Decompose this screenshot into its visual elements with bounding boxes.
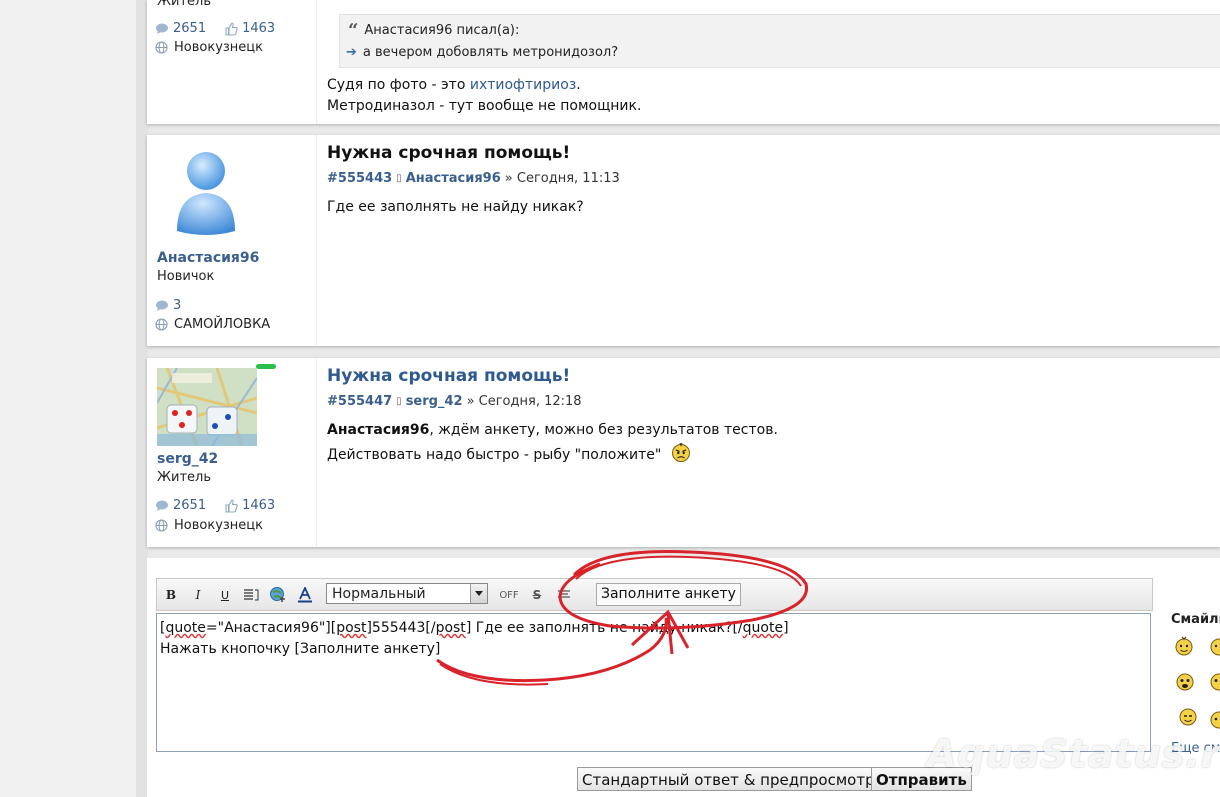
preview-button[interactable]: Стандартный ответ & предпросмотр bbox=[577, 767, 880, 791]
angry-smiley-icon bbox=[671, 442, 690, 462]
smiley-icon[interactable] bbox=[1209, 672, 1220, 692]
globe-icon bbox=[155, 318, 168, 331]
post-3-user-panel: serg_42 Житель 2651 1463 Новокузнецк bbox=[147, 358, 317, 547]
font-color-icon[interactable] bbox=[295, 585, 315, 605]
textarea-line-2: Нажать кнопочку [Заполните анкету] bbox=[160, 641, 441, 657]
font-size-select[interactable]: Нормальный bbox=[326, 583, 488, 604]
quote-header: “ Анастасия96 писал(а): bbox=[348, 19, 520, 41]
underline-button[interactable]: U bbox=[215, 585, 235, 605]
post-count[interactable]: 3 bbox=[173, 298, 181, 313]
dice-avatar-icon[interactable] bbox=[157, 368, 257, 446]
user-location: САМОЙЛОВКА bbox=[155, 317, 270, 332]
smiley-icon[interactable] bbox=[1175, 672, 1195, 692]
like-count[interactable]: 1463 bbox=[242, 21, 275, 36]
post-2-user-panel: Анастасия96 Новичок 3 САМОЙЛОВКА bbox=[147, 135, 317, 346]
post-3: serg_42 Житель 2651 1463 Новокузнецк Нуж… bbox=[147, 358, 1220, 547]
user-rank: Новичок bbox=[157, 269, 215, 284]
user-name[interactable]: serg_42 bbox=[157, 451, 218, 467]
list-icon[interactable] bbox=[241, 585, 261, 605]
user-rank: Житель bbox=[157, 0, 211, 9]
thumbs-up-icon bbox=[225, 498, 238, 513]
like-count[interactable]: 1463 bbox=[242, 498, 275, 513]
fill-questionnaire-button[interactable]: Заполните анкету bbox=[596, 583, 741, 606]
post-3-text: Анастасия96, ждём анкету, можно без резу… bbox=[327, 422, 778, 463]
insert-link-icon[interactable] bbox=[268, 585, 288, 605]
default-avatar-icon[interactable] bbox=[173, 151, 239, 235]
post-date: » Сегодня, 11:13 bbox=[504, 171, 620, 186]
strikethrough-icon[interactable]: S bbox=[527, 585, 547, 605]
user-location: Новокузнецк bbox=[155, 40, 263, 55]
arrow-right-icon[interactable]: ➔ bbox=[346, 45, 357, 60]
page-icon: ▯ bbox=[396, 396, 402, 407]
post-meta: #555443 ▯ Анастасия96 » Сегодня, 11:13 bbox=[327, 171, 620, 186]
online-indicator bbox=[256, 364, 276, 369]
post-count[interactable]: 2651 bbox=[173, 21, 206, 36]
bold-button[interactable]: B bbox=[161, 585, 181, 605]
post-meta: #555447 ▯ serg_42 » Сегодня, 12:18 bbox=[327, 394, 582, 409]
user-location: Новокузнецк bbox=[155, 518, 263, 533]
quote-block: “ Анастасия96 писал(а): ➔ а вечером добо… bbox=[339, 14, 1220, 68]
mentioned-user[interactable]: Анастасия96 bbox=[327, 422, 429, 438]
user-stats: 2651 1463 bbox=[155, 21, 275, 36]
globe-icon bbox=[155, 519, 168, 532]
smiley-icon[interactable] bbox=[1208, 634, 1220, 658]
user-name[interactable]: Анастасия96 bbox=[157, 250, 259, 266]
post-count[interactable]: 2651 bbox=[173, 498, 206, 513]
offtopic-icon[interactable]: OFF bbox=[499, 585, 519, 605]
post-author-link[interactable]: serg_42 bbox=[406, 394, 463, 409]
post-title: Нужна срочная помощь! bbox=[327, 143, 571, 163]
ichthyo-link[interactable]: ихтиофтириоз bbox=[470, 77, 576, 93]
globe-icon bbox=[155, 41, 168, 54]
user-stats: 3 bbox=[155, 298, 181, 313]
post-1-text: Судя по фото - это ихтиофтириоз. Метроди… bbox=[327, 77, 642, 114]
post-number-link[interactable]: #555443 bbox=[327, 171, 392, 186]
textarea-line-1: [quote="Анастасия96"][post]555443[/post]… bbox=[160, 620, 789, 636]
comment-icon bbox=[156, 500, 168, 511]
post-author-link[interactable]: Анастасия96 bbox=[406, 171, 501, 186]
smiley-icon[interactable] bbox=[1173, 634, 1195, 658]
post-number-link[interactable]: #555447 bbox=[327, 394, 392, 409]
post-1-user-panel: Житель 2651 1463 Новокузнецк bbox=[147, 0, 317, 124]
smileys-title: Смайлы bbox=[1171, 612, 1220, 627]
chevron-down-icon[interactable] bbox=[470, 584, 487, 603]
page-icon: ▯ bbox=[396, 173, 402, 184]
post-date: » Сегодня, 12:18 bbox=[466, 394, 582, 409]
editor-toolbar: B I U Нормальный OFF S Заполните анкету bbox=[156, 578, 1153, 611]
watermark-text: AquaStatus.ru bbox=[927, 732, 1220, 776]
smiley-icon[interactable] bbox=[1178, 707, 1198, 727]
post-title-link[interactable]: Нужна срочная помощь! bbox=[327, 366, 570, 386]
post-2: Анастасия96 Новичок 3 САМОЙЛОВКА Нужна с… bbox=[147, 135, 1220, 346]
italic-button[interactable]: I bbox=[188, 585, 208, 605]
smiley-icon[interactable] bbox=[1209, 710, 1220, 730]
user-rank: Житель bbox=[157, 470, 211, 485]
quote-mark-icon: “ bbox=[348, 19, 359, 41]
thumbs-up-icon bbox=[225, 21, 238, 36]
comment-icon bbox=[156, 23, 168, 34]
quote-body: ➔ а вечером добовлять метронидозол? bbox=[346, 45, 619, 60]
comment-icon bbox=[156, 300, 168, 311]
page-left-margin bbox=[0, 0, 136, 797]
align-icon[interactable] bbox=[554, 585, 574, 605]
user-stats: 2651 1463 bbox=[155, 498, 275, 513]
post-1: Житель 2651 1463 Новокузнецк “ Анастасия… bbox=[147, 0, 1220, 124]
post-2-text: Где ее заполнять не найду никак? bbox=[327, 199, 584, 215]
